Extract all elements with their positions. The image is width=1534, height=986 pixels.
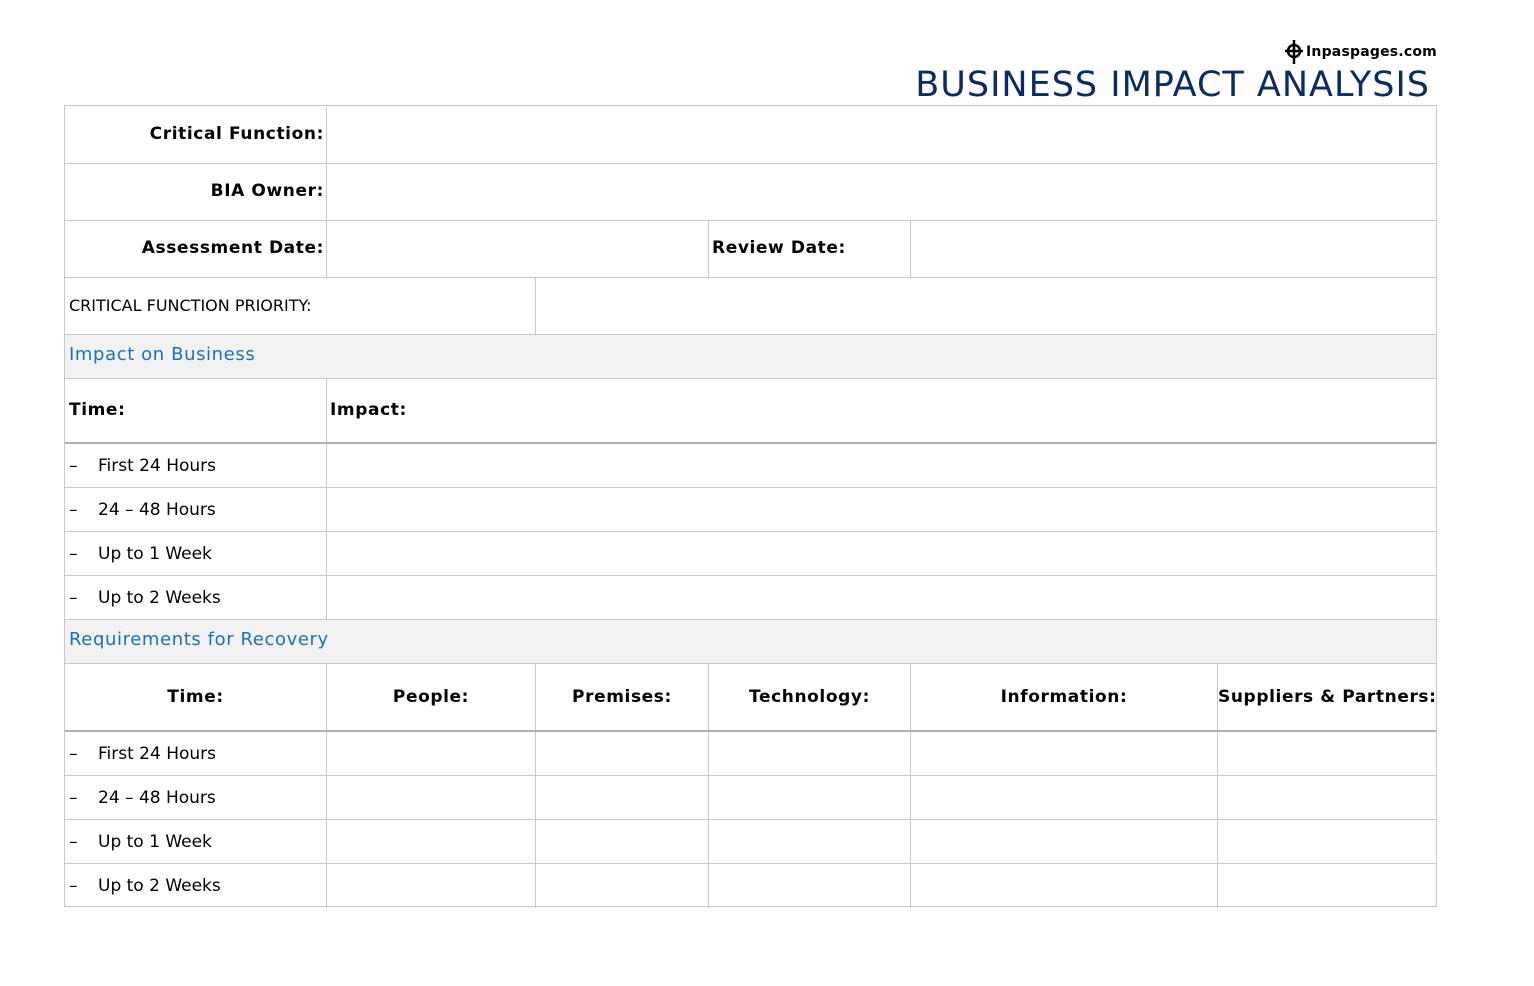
impact-header: Impact: bbox=[330, 400, 407, 420]
recovery-row-time: Up to 1 Week bbox=[98, 832, 212, 852]
impact-row-time: 24 – 48 Hours bbox=[98, 500, 216, 520]
priority-label: CRITICAL FUNCTION PRIORITY: bbox=[69, 296, 312, 315]
review-date-label: Review Date: bbox=[712, 238, 846, 258]
recovery-col-technology: Technology: bbox=[749, 687, 870, 707]
crosshair-pin-icon bbox=[1285, 40, 1303, 64]
recovery-row-time: First 24 Hours bbox=[98, 744, 217, 764]
recovery-row-time: Up to 2 Weeks bbox=[98, 876, 221, 896]
impact-cell[interactable] bbox=[327, 488, 1436, 531]
recovery-col-information: Information: bbox=[1000, 687, 1128, 707]
recovery-col-people: People: bbox=[392, 687, 470, 707]
dash: – bbox=[69, 456, 78, 476]
impact-section-heading: Impact on Business bbox=[69, 344, 256, 365]
priority-field[interactable] bbox=[536, 278, 1436, 334]
impact-cell[interactable] bbox=[327, 444, 1436, 487]
dash: – bbox=[69, 832, 78, 852]
recovery-col-time: Time: bbox=[167, 687, 224, 707]
recovery-row: – First 24 Hours bbox=[69, 744, 216, 764]
recovery-section-heading: Requirements for Recovery bbox=[69, 629, 329, 650]
impact-cell[interactable] bbox=[327, 576, 1436, 619]
impact-row: – 24 – 48 Hours bbox=[69, 500, 216, 520]
impact-row-time: Up to 1 Week bbox=[98, 544, 212, 564]
recovery-col-suppliers: Suppliers & Partners: bbox=[1218, 687, 1437, 707]
impact-row: – First 24 Hours bbox=[69, 456, 216, 476]
dash: – bbox=[69, 744, 78, 764]
impact-cell[interactable] bbox=[327, 532, 1436, 575]
dash: – bbox=[69, 500, 78, 520]
impact-row-time: Up to 2 Weeks bbox=[98, 588, 221, 608]
bia-owner-label: BIA Owner: bbox=[210, 181, 324, 201]
impact-time-header: Time: bbox=[69, 400, 126, 420]
impact-row: – Up to 1 Week bbox=[69, 544, 212, 564]
recovery-col-premises: Premises: bbox=[572, 687, 672, 707]
bia-owner-field[interactable] bbox=[327, 164, 1436, 220]
assessment-date-field[interactable] bbox=[327, 221, 708, 277]
bia-form: Critical Function: BIA Owner: Assessment… bbox=[64, 105, 1437, 908]
dash: – bbox=[69, 788, 78, 808]
dash: – bbox=[69, 588, 78, 608]
recovery-row: – Up to 2 Weeks bbox=[69, 876, 221, 896]
page-title: BUSINESS IMPACT ANALYSIS bbox=[915, 65, 1430, 105]
review-date-field[interactable] bbox=[911, 221, 1436, 277]
dash: – bbox=[69, 544, 78, 564]
brand-name: Inpaspages.com bbox=[1306, 44, 1437, 60]
critical-function-label: Critical Function: bbox=[149, 124, 324, 144]
dash: – bbox=[69, 876, 78, 896]
recovery-row: – Up to 1 Week bbox=[69, 832, 212, 852]
recovery-row: – 24 – 48 Hours bbox=[69, 788, 216, 808]
recovery-row-time: 24 – 48 Hours bbox=[98, 788, 216, 808]
impact-row: – Up to 2 Weeks bbox=[69, 588, 221, 608]
assessment-date-label: Assessment Date: bbox=[141, 238, 324, 258]
impact-row-time: First 24 Hours bbox=[98, 456, 217, 476]
brand-logo: Inpaspages.com bbox=[1284, 40, 1437, 64]
critical-function-field[interactable] bbox=[327, 106, 1436, 163]
